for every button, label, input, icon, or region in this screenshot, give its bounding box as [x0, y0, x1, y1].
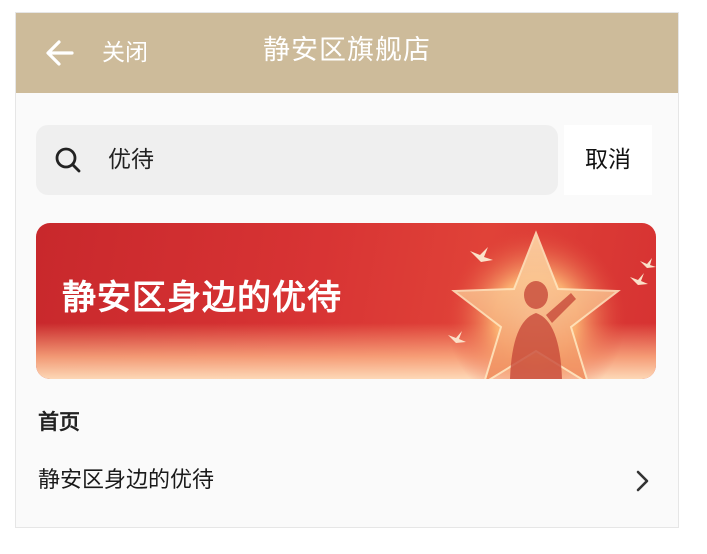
chevron-right-icon — [636, 470, 649, 492]
list-item[interactable]: 静安区身边的优待 — [16, 453, 678, 509]
page-title: 静安区旗舰店 — [263, 35, 431, 66]
list-item-label: 静安区身边的优待 — [38, 468, 215, 493]
app-window: 关闭 静安区旗舰店 优待 取消 静安区身边的优待 首页 静安区身边的优待 — [15, 12, 679, 528]
top-bar: 关闭 静安区旗舰店 — [16, 13, 678, 93]
search-input[interactable]: 优待 — [108, 142, 154, 178]
section-title: 首页 — [38, 410, 80, 434]
banner-title: 静安区身边的优待 — [62, 278, 342, 318]
search-icon — [55, 147, 81, 173]
promo-banner[interactable]: 静安区身边的优待 — [36, 223, 656, 379]
cancel-button[interactable]: 取消 — [564, 125, 652, 195]
search-bar[interactable]: 优待 — [36, 125, 558, 195]
